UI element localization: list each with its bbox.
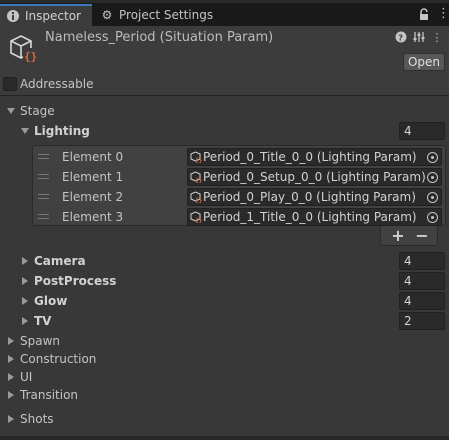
foldout-spawn[interactable]: Spawn [6, 331, 60, 351]
object-picker-icon[interactable] [427, 212, 438, 223]
chevron-down-icon [6, 106, 16, 116]
drag-handle-icon[interactable] [38, 214, 49, 219]
svg-text:?: ? [398, 34, 403, 43]
foldout-construction-label: Construction [20, 352, 97, 366]
foldout-camera-label: Camera [34, 254, 86, 268]
object-field[interactable]: {} Period_0_Title_0_0 (Lighting Param) [187, 148, 442, 166]
lighting-param-icon: {} [190, 191, 202, 203]
list-item: Element 3 {} Period_1_Title_0_0 (Lightin… [33, 207, 445, 227]
foldout-stage-label: Stage [20, 104, 55, 118]
addressable-label: Addressable [20, 77, 94, 91]
object-field-value: Period_0_Title_0_0 (Lighting Param) [203, 150, 417, 164]
object-picker-icon[interactable] [427, 192, 438, 203]
chevron-down-icon [20, 126, 30, 136]
drag-handle-icon[interactable] [38, 154, 49, 159]
object-picker-icon[interactable] [427, 152, 438, 163]
gear-icon: ⚙ [101, 8, 113, 22]
remove-element-button[interactable]: − [412, 226, 432, 246]
chevron-right-icon [20, 296, 30, 306]
settings-sliders-icon[interactable] [413, 31, 425, 45]
foldout-camera[interactable]: Camera [20, 251, 86, 271]
foldout-lighting-label: Lighting [34, 124, 90, 138]
svg-text:{}: {} [195, 198, 202, 204]
drag-handle-icon[interactable] [38, 174, 49, 179]
list-footer: + − [380, 226, 438, 246]
list-item: Element 1 {} Period_0_Setup_0_0 (Lightin… [33, 167, 445, 187]
object-field[interactable]: {} Period_0_Play_0_0 (Lighting Param) [187, 188, 442, 206]
foldout-glow[interactable]: Glow [20, 291, 67, 311]
lighting-size-field[interactable]: 4 [399, 122, 445, 140]
foldout-stage[interactable]: Stage [6, 101, 55, 121]
svg-text:{}: {} [24, 50, 37, 63]
header-icons: ? ⋮ [395, 31, 443, 45]
foldout-tv-label: TV [34, 314, 52, 328]
svg-text:{}: {} [195, 178, 202, 184]
chevron-right-icon [6, 336, 16, 346]
tab-project-settings[interactable]: ⚙ Project Settings [94, 4, 224, 26]
tab-inspector-label: Inspector [25, 9, 81, 23]
lock-icon[interactable] [419, 8, 429, 21]
chevron-right-icon [6, 414, 16, 424]
lighting-param-icon: {} [190, 211, 202, 223]
chevron-right-icon [6, 372, 16, 382]
foldout-ui-label: UI [20, 370, 33, 384]
asset-title: Nameless_Period (Situation Param) [45, 30, 274, 45]
tab-inspector[interactable]: Inspector [0, 4, 92, 26]
chevron-right-icon [20, 316, 30, 326]
chevron-right-icon [6, 354, 16, 364]
element-label: Element 0 [62, 150, 124, 164]
chevron-right-icon [20, 276, 30, 286]
header-kebab-icon[interactable]: ⋮ [431, 31, 443, 45]
drag-handle-icon[interactable] [38, 194, 49, 199]
object-field[interactable]: {} Period_1_Title_0_0 (Lighting Param) [187, 208, 442, 226]
svg-text:{}: {} [195, 158, 202, 164]
element-label: Element 1 [62, 170, 124, 184]
chevron-right-icon [20, 256, 30, 266]
kebab-menu-icon[interactable]: ⋮ [437, 7, 449, 21]
element-label: Element 2 [62, 190, 124, 204]
object-field[interactable]: {} Period_0_Setup_0_0 (Lighting Param) [187, 168, 442, 186]
asset-header: {} Nameless_Period (Situation Param) ? ⋮… [0, 26, 449, 74]
glow-size-field[interactable]: 4 [399, 292, 445, 310]
object-field-value: Period_0_Play_0_0 (Lighting Param) [203, 190, 416, 204]
foldout-glow-label: Glow [34, 294, 68, 308]
panel-bottom-edge [0, 436, 449, 440]
list-item: Element 2 {} Period_0_Play_0_0 (Lighting… [33, 187, 445, 207]
postprocess-size-field[interactable]: 4 [399, 272, 445, 290]
tab-project-settings-label: Project Settings [119, 8, 214, 22]
foldout-postprocess[interactable]: PostProcess [20, 271, 116, 291]
addressable-row: Addressable [0, 74, 449, 96]
lighting-param-icon: {} [190, 151, 202, 163]
camera-size-field[interactable]: 4 [399, 252, 445, 270]
foldout-spawn-label: Spawn [20, 334, 61, 348]
addressable-checkbox[interactable] [3, 77, 17, 91]
object-picker-icon[interactable] [427, 172, 438, 183]
foldout-ui[interactable]: UI [6, 367, 32, 387]
chevron-right-icon [6, 390, 16, 400]
object-field-value: Period_1_Title_0_0 (Lighting Param) [203, 210, 417, 224]
tab-bar-top-line [0, 0, 449, 3]
lighting-param-icon: {} [190, 171, 202, 183]
scriptable-object-icon: {} [7, 32, 39, 64]
foldout-postprocess-label: PostProcess [34, 274, 117, 288]
help-icon[interactable]: ? [395, 31, 407, 45]
foldout-transition-label: Transition [20, 388, 79, 402]
foldout-shots[interactable]: Shots [6, 409, 54, 429]
foldout-construction[interactable]: Construction [6, 349, 96, 369]
element-label: Element 3 [62, 210, 124, 224]
svg-text:{}: {} [195, 218, 202, 224]
object-field-value: Period_0_Setup_0_0 (Lighting Param) [203, 170, 426, 184]
list-item: Element 0 {} Period_0_Title_0_0 (Lightin… [33, 147, 445, 167]
add-element-button[interactable]: + [388, 226, 408, 246]
tab-bar: Inspector ⚙ Project Settings ⋮ [0, 0, 449, 26]
open-button[interactable]: Open [403, 53, 445, 71]
lighting-list: Element 0 {} Period_0_Title_0_0 (Lightin… [32, 145, 446, 226]
tv-size-field[interactable]: 2 [399, 312, 445, 330]
foldout-transition[interactable]: Transition [6, 385, 78, 405]
foldout-shots-label: Shots [20, 412, 54, 426]
info-icon [6, 9, 20, 23]
foldout-tv[interactable]: TV [20, 311, 51, 331]
foldout-lighting[interactable]: Lighting [20, 121, 90, 141]
